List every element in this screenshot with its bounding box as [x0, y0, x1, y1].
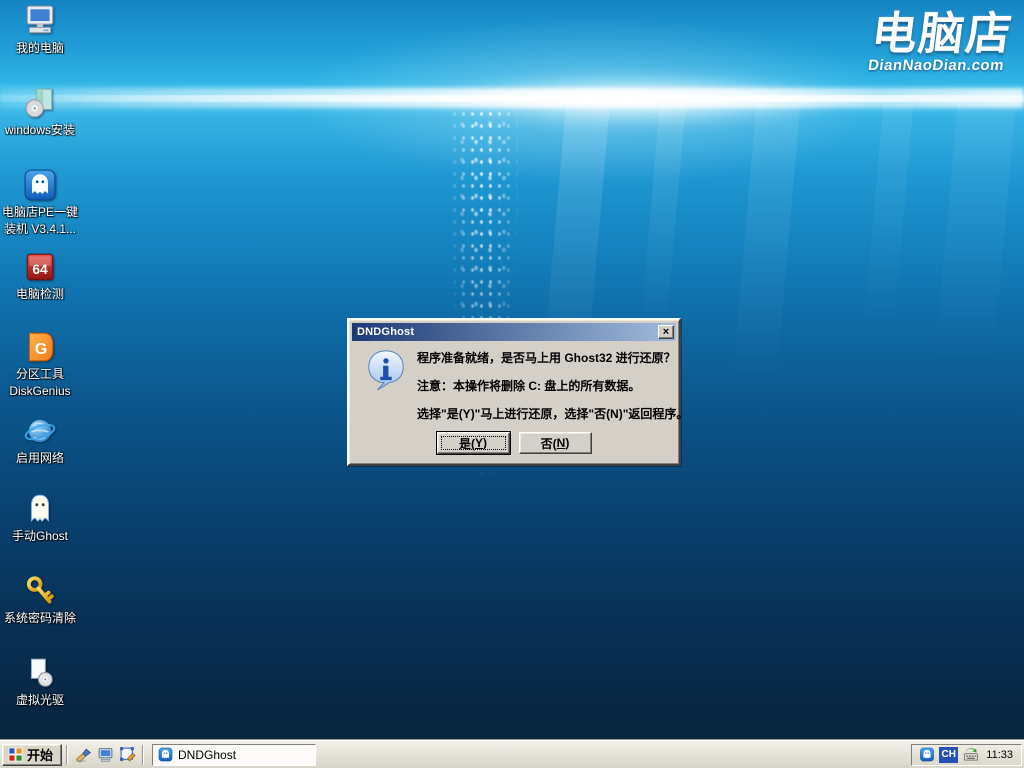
desktop-wallpaper: 电脑店 DianNaoDian.com 我的电脑 windows安装 电脑店PE…: [0, 0, 1024, 740]
diskgenius-icon: G: [23, 330, 57, 364]
desktop-icon-label: 装机 V3.4.1...: [4, 222, 76, 236]
my-computer-quicklaunch-icon[interactable]: [94, 744, 116, 766]
start-button[interactable]: 开始: [2, 744, 62, 766]
dialog-message-line3: 选择"是(Y)"马上进行还原，选择"否(N)"返回程序。: [417, 405, 688, 422]
taskbar-separator: [66, 745, 68, 765]
desktop-icon-label: DiskGenius: [9, 384, 70, 398]
no-button[interactable]: 否(N): [519, 432, 592, 454]
dnd-ghost-task-icon: [158, 747, 173, 762]
desktop-icon-label: 启用网络: [16, 451, 64, 465]
dndghost-dialog: DNDGhost × 程序准备就绪，是否马上用 Ghost32 进行还原？ 注意…: [347, 318, 681, 466]
clock: 11:33: [986, 749, 1013, 761]
dialog-buttons: 是(Y) 否(N): [349, 432, 679, 454]
dialog-titlebar[interactable]: DNDGhost ×: [352, 323, 676, 341]
dialog-message-line1: 程序准备就绪，是否马上用 Ghost32 进行还原？: [417, 349, 676, 366]
svg-text:64: 64: [32, 261, 48, 277]
desktop-icon-label: 电脑店PE一键: [2, 205, 78, 219]
language-indicator[interactable]: CH: [939, 747, 958, 763]
dialog-title: DNDGhost: [357, 326, 414, 338]
taskbar-separator: [142, 745, 144, 765]
desktop-icon-diskgenius[interactable]: G 分区工具 DiskGenius: [2, 330, 78, 398]
close-icon[interactable]: ×: [658, 325, 674, 339]
desktop-icon-enable-network[interactable]: 启用网络: [2, 414, 78, 465]
yes-button[interactable]: 是(Y): [437, 432, 510, 454]
dnd-pe-ghost-icon: [23, 168, 57, 202]
my-computer-icon: [23, 4, 57, 38]
light-ray: [930, 104, 1015, 414]
taskbar: 开始 DNDGhost CH 11:33: [0, 740, 1024, 768]
desktop-icon-my-computer[interactable]: 我的电脑: [2, 4, 78, 55]
svg-text:G: G: [35, 341, 47, 358]
cpu-detect-icon: 64: [23, 250, 57, 284]
ime-keyboard-icon[interactable]: [962, 747, 979, 763]
diannaodian-logo: 电脑店 DianNaoDian.com: [867, 10, 1016, 74]
password-key-icon: [23, 574, 57, 608]
info-icon: [363, 347, 409, 393]
dialog-message-line2: 注意：本操作将删除 C: 盘上的所有数据。: [417, 377, 640, 394]
desktop-icon-label: 我的电脑: [16, 41, 64, 55]
windows-install-icon: [23, 86, 57, 120]
desktop-icon-label: 分区工具: [16, 367, 64, 381]
start-icon: [8, 747, 23, 762]
desktop-icon-label: 虚拟光驱: [16, 693, 64, 707]
show-desktop-icon[interactable]: [72, 744, 94, 766]
task-button-label: DNDGhost: [178, 748, 236, 762]
desktop-icon-label: 电脑检测: [16, 287, 64, 301]
desktop-icon-label: 系统密码清除: [4, 611, 76, 625]
pe-tools-icon[interactable]: [116, 744, 138, 766]
light-ray: [861, 104, 914, 364]
desktop-icon-label: 手动Ghost: [12, 529, 68, 543]
manual-ghost-icon: [23, 492, 57, 526]
system-tray: CH 11:33: [911, 744, 1022, 766]
desktop-icon-windows-install[interactable]: windows安装: [2, 86, 78, 137]
desktop-icon-label: windows安装: [5, 123, 75, 137]
network-globe-icon: [23, 414, 57, 448]
desktop-icon-dnd-pe-installer[interactable]: 电脑店PE一键 装机 V3.4.1...: [2, 168, 78, 236]
task-button-dndghost[interactable]: DNDGhost: [152, 744, 316, 766]
logo-subtitle: DianNaoDian.com: [867, 57, 1010, 74]
desktop-icon-cpu-detect[interactable]: 64 电脑检测: [2, 250, 78, 301]
desktop-icon-manual-ghost[interactable]: 手动Ghost: [2, 492, 78, 543]
dnd-ghost-tray-icon[interactable]: [918, 747, 935, 763]
light-ray: [728, 104, 801, 434]
desktop-icon-password-clear[interactable]: 系统密码清除: [2, 574, 78, 625]
logo-title: 电脑店: [869, 10, 1016, 57]
virtual-drive-icon: [23, 656, 57, 690]
desktop-icon-virtual-drive[interactable]: 虚拟光驱: [2, 656, 78, 707]
start-label: 开始: [27, 745, 53, 764]
